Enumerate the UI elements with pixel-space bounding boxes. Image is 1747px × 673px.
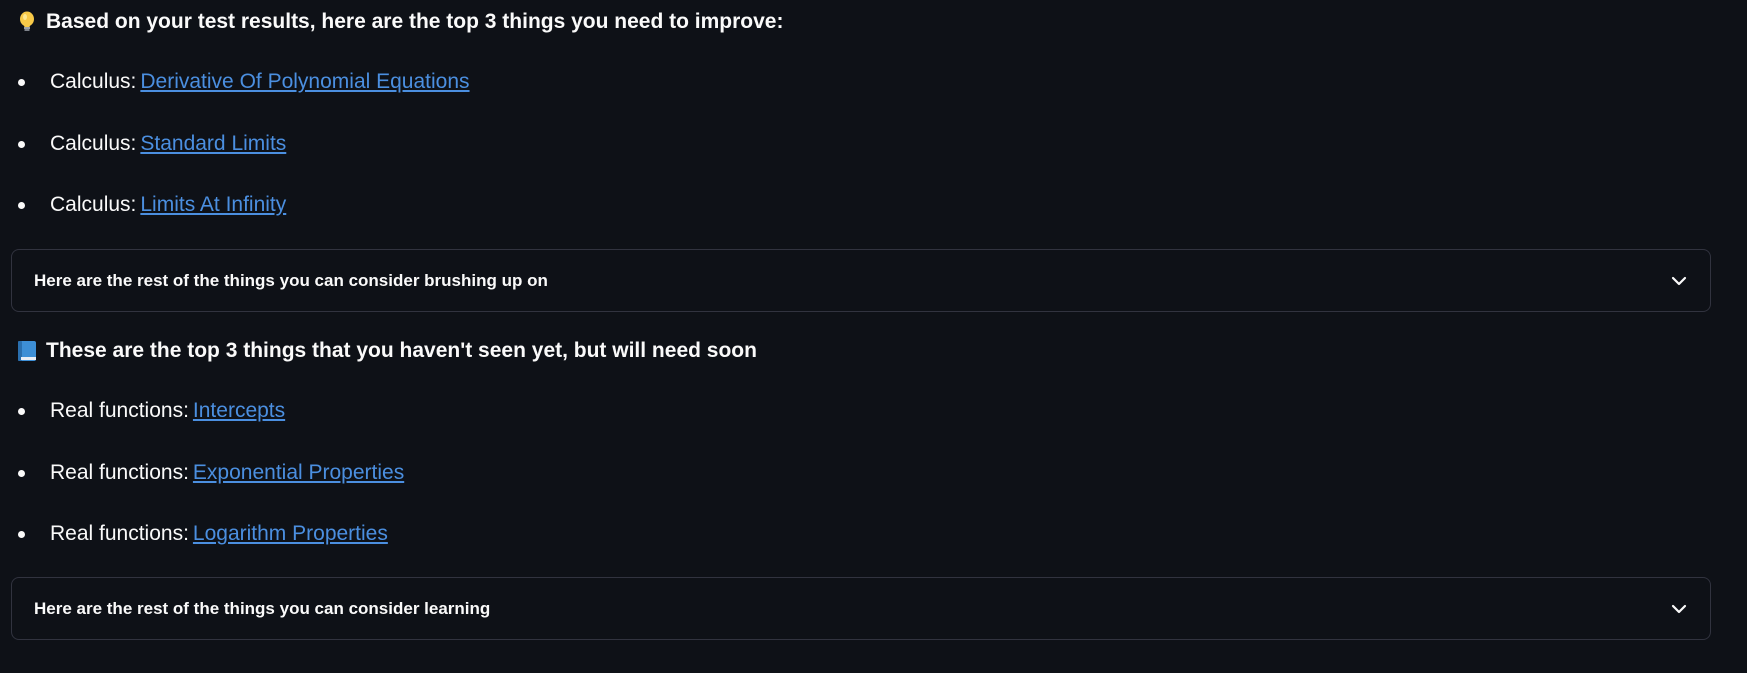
bullet xyxy=(18,407,25,415)
list-item: Calculus: Standard Limits xyxy=(18,132,286,156)
topic-link-limits-at-infinity[interactable]: Limits At Infinity xyxy=(140,193,286,217)
bullet xyxy=(18,469,25,477)
topic-link-exponential-properties[interactable]: Exponential Properties xyxy=(193,461,404,485)
lightbulb-icon xyxy=(16,11,38,33)
list-item: Real functions: Logarithm Properties xyxy=(18,522,388,546)
topic-link-intercepts[interactable]: Intercepts xyxy=(193,399,285,423)
bullet xyxy=(18,201,25,209)
list-item: Real functions: Intercepts xyxy=(18,399,285,423)
chevron-down-icon xyxy=(1670,600,1688,618)
item-prefix: Calculus: xyxy=(50,193,137,216)
list-item: Calculus: Derivative Of Polynomial Equat… xyxy=(18,70,470,94)
item-prefix: Calculus: xyxy=(50,70,137,93)
topic-link-derivative-polynomial[interactable]: Derivative Of Polynomial Equations xyxy=(140,70,469,94)
bullet xyxy=(18,78,25,86)
chevron-down-icon xyxy=(1670,272,1688,290)
page: Based on your test results, here are the… xyxy=(0,0,1747,673)
expander-label: Here are the rest of the things you can … xyxy=(34,270,548,290)
learn-heading-text: These are the top 3 things that you have… xyxy=(46,339,757,362)
list-item: Real functions: Exponential Properties xyxy=(18,461,404,485)
topic-link-logarithm-properties[interactable]: Logarithm Properties xyxy=(193,522,388,546)
item-prefix: Calculus: xyxy=(50,132,137,155)
learning-expander[interactable]: Here are the rest of the things you can … xyxy=(11,577,1711,640)
bullet xyxy=(18,530,25,538)
improve-heading-text: Based on your test results, here are the… xyxy=(46,10,784,33)
topic-link-standard-limits[interactable]: Standard Limits xyxy=(140,132,286,156)
list-item: Calculus: Limits At Infinity xyxy=(18,193,286,217)
brush-up-expander[interactable]: Here are the rest of the things you can … xyxy=(11,249,1711,312)
expander-label: Here are the rest of the things you can … xyxy=(34,598,491,618)
item-prefix: Real functions: xyxy=(50,461,189,484)
item-prefix: Real functions: xyxy=(50,399,189,422)
improve-heading: Based on your test results, here are the… xyxy=(16,10,783,34)
bullet xyxy=(18,140,25,148)
blue-book-icon xyxy=(16,340,38,362)
item-prefix: Real functions: xyxy=(50,522,189,545)
learn-heading: These are the top 3 things that you have… xyxy=(16,339,757,363)
